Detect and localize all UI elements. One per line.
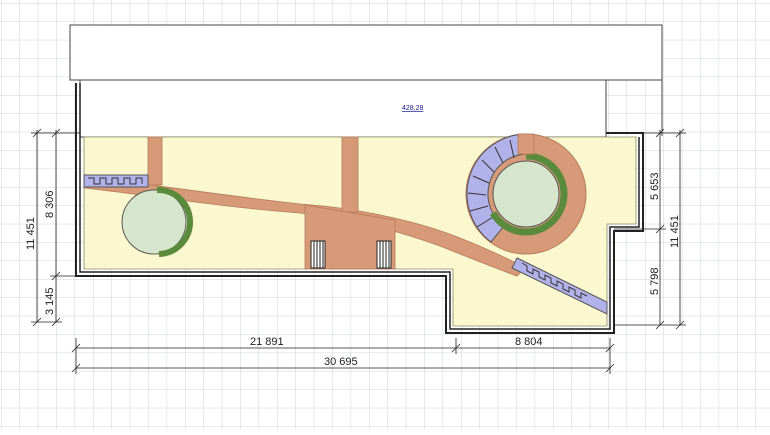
- path-branch-middle: [341, 136, 359, 213]
- plan-canvas: 428,28 21 891 8 804 30 695 11 451 8 306 …: [0, 0, 770, 430]
- seating-entry: [517, 133, 535, 155]
- tree-right-canopy: [492, 160, 560, 228]
- site-plan: 428,28 21 891 8 804 30 695 11 451 8 306 …: [0, 0, 770, 430]
- stairs-left: [310, 240, 326, 269]
- tree-left: [121, 186, 193, 257]
- dim-left-lower: 3 145: [44, 287, 56, 315]
- dim-right-upper: 5 653: [649, 172, 661, 200]
- stairs-right: [376, 240, 392, 269]
- dim-bottom-total: 30 695: [324, 356, 358, 368]
- building-outline: [69, 24, 663, 138]
- dim-bottom-left: 21 891: [250, 336, 284, 348]
- tree-left-canopy: [121, 189, 187, 255]
- path-branch-left: [147, 136, 163, 186]
- circular-seating: [465, 133, 587, 255]
- dim-bottom-right: 8 804: [515, 336, 543, 348]
- dim-right-total: 11 451: [669, 215, 681, 248]
- paving-strip-left: [83, 174, 149, 188]
- dim-left-upper: 8 306: [44, 190, 56, 218]
- dim-left-total: 11 451: [25, 217, 37, 250]
- area-label[interactable]: 428,28: [402, 105, 424, 112]
- dim-right-lower: 5 798: [649, 267, 661, 295]
